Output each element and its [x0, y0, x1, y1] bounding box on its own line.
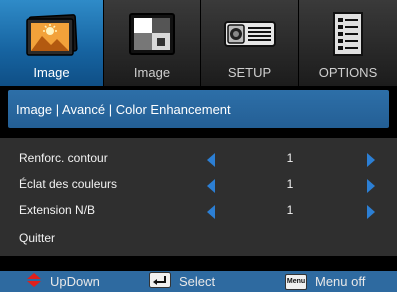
setting-row-renforc-contour[interactable]: Renforc. contour 1: [0, 146, 397, 172]
hint-updown-label: UpDown: [50, 274, 100, 289]
setting-value: 1: [286, 177, 294, 191]
updown-arrow-icon: [26, 272, 42, 291]
increase-arrow-icon[interactable]: [367, 205, 375, 219]
setting-label: Éclat des couleurs: [19, 177, 118, 191]
breadcrumb: Image | Avancé | Color Enhancement: [8, 90, 389, 128]
tab-setup[interactable]: SETUP: [201, 0, 299, 86]
tab-label: OPTIONS: [318, 65, 378, 80]
hint-select: Select: [149, 272, 216, 291]
decrease-arrow-icon[interactable]: [207, 205, 215, 219]
hint-menu: Menu Menu off: [285, 273, 365, 290]
setting-value: 1: [286, 203, 294, 217]
tab-label: SETUP: [227, 65, 272, 80]
tab-options[interactable]: OPTIONS: [299, 0, 397, 86]
settings-list: Renforc. contour 1 Éclat des couleurs 1 …: [0, 138, 397, 256]
quit-label: Quitter: [19, 231, 56, 245]
decrease-arrow-icon[interactable]: [207, 179, 215, 193]
tab-label: Image: [33, 65, 70, 80]
setting-label: Renforc. contour: [19, 151, 108, 165]
picture-icon: [24, 10, 80, 58]
enter-key-icon: [149, 272, 171, 291]
menu-key-icon: Menu: [285, 273, 307, 290]
projector-osd-menu: Image Image SETUP OPTIONS Image | Avancé…: [0, 0, 397, 292]
setting-label: Extension N/B: [19, 203, 96, 217]
setting-row-extension-nb[interactable]: Extension N/B 1: [0, 198, 397, 224]
hint-select-label: Select: [179, 274, 216, 289]
projector-icon: [222, 10, 278, 58]
hint-menu-off-label: Menu off: [315, 274, 366, 289]
tab-image[interactable]: Image: [0, 0, 104, 86]
hint-updown: UpDown: [26, 273, 100, 290]
document-icon: [320, 10, 376, 58]
display-icon: [124, 10, 180, 58]
increase-arrow-icon[interactable]: [367, 153, 375, 167]
tab-bar: Image Image SETUP OPTIONS: [0, 0, 397, 86]
setting-row-quitter[interactable]: Quitter: [0, 226, 397, 252]
setting-row-eclat-des-couleurs[interactable]: Éclat des couleurs 1: [0, 172, 397, 198]
decrease-arrow-icon[interactable]: [207, 153, 215, 167]
setting-value: 1: [286, 151, 294, 165]
tab-image-display[interactable]: Image: [104, 0, 201, 86]
tab-label: Image: [133, 65, 171, 80]
increase-arrow-icon[interactable]: [367, 179, 375, 193]
footer-hint-bar: UpDown Select Menu Menu off: [0, 271, 397, 292]
